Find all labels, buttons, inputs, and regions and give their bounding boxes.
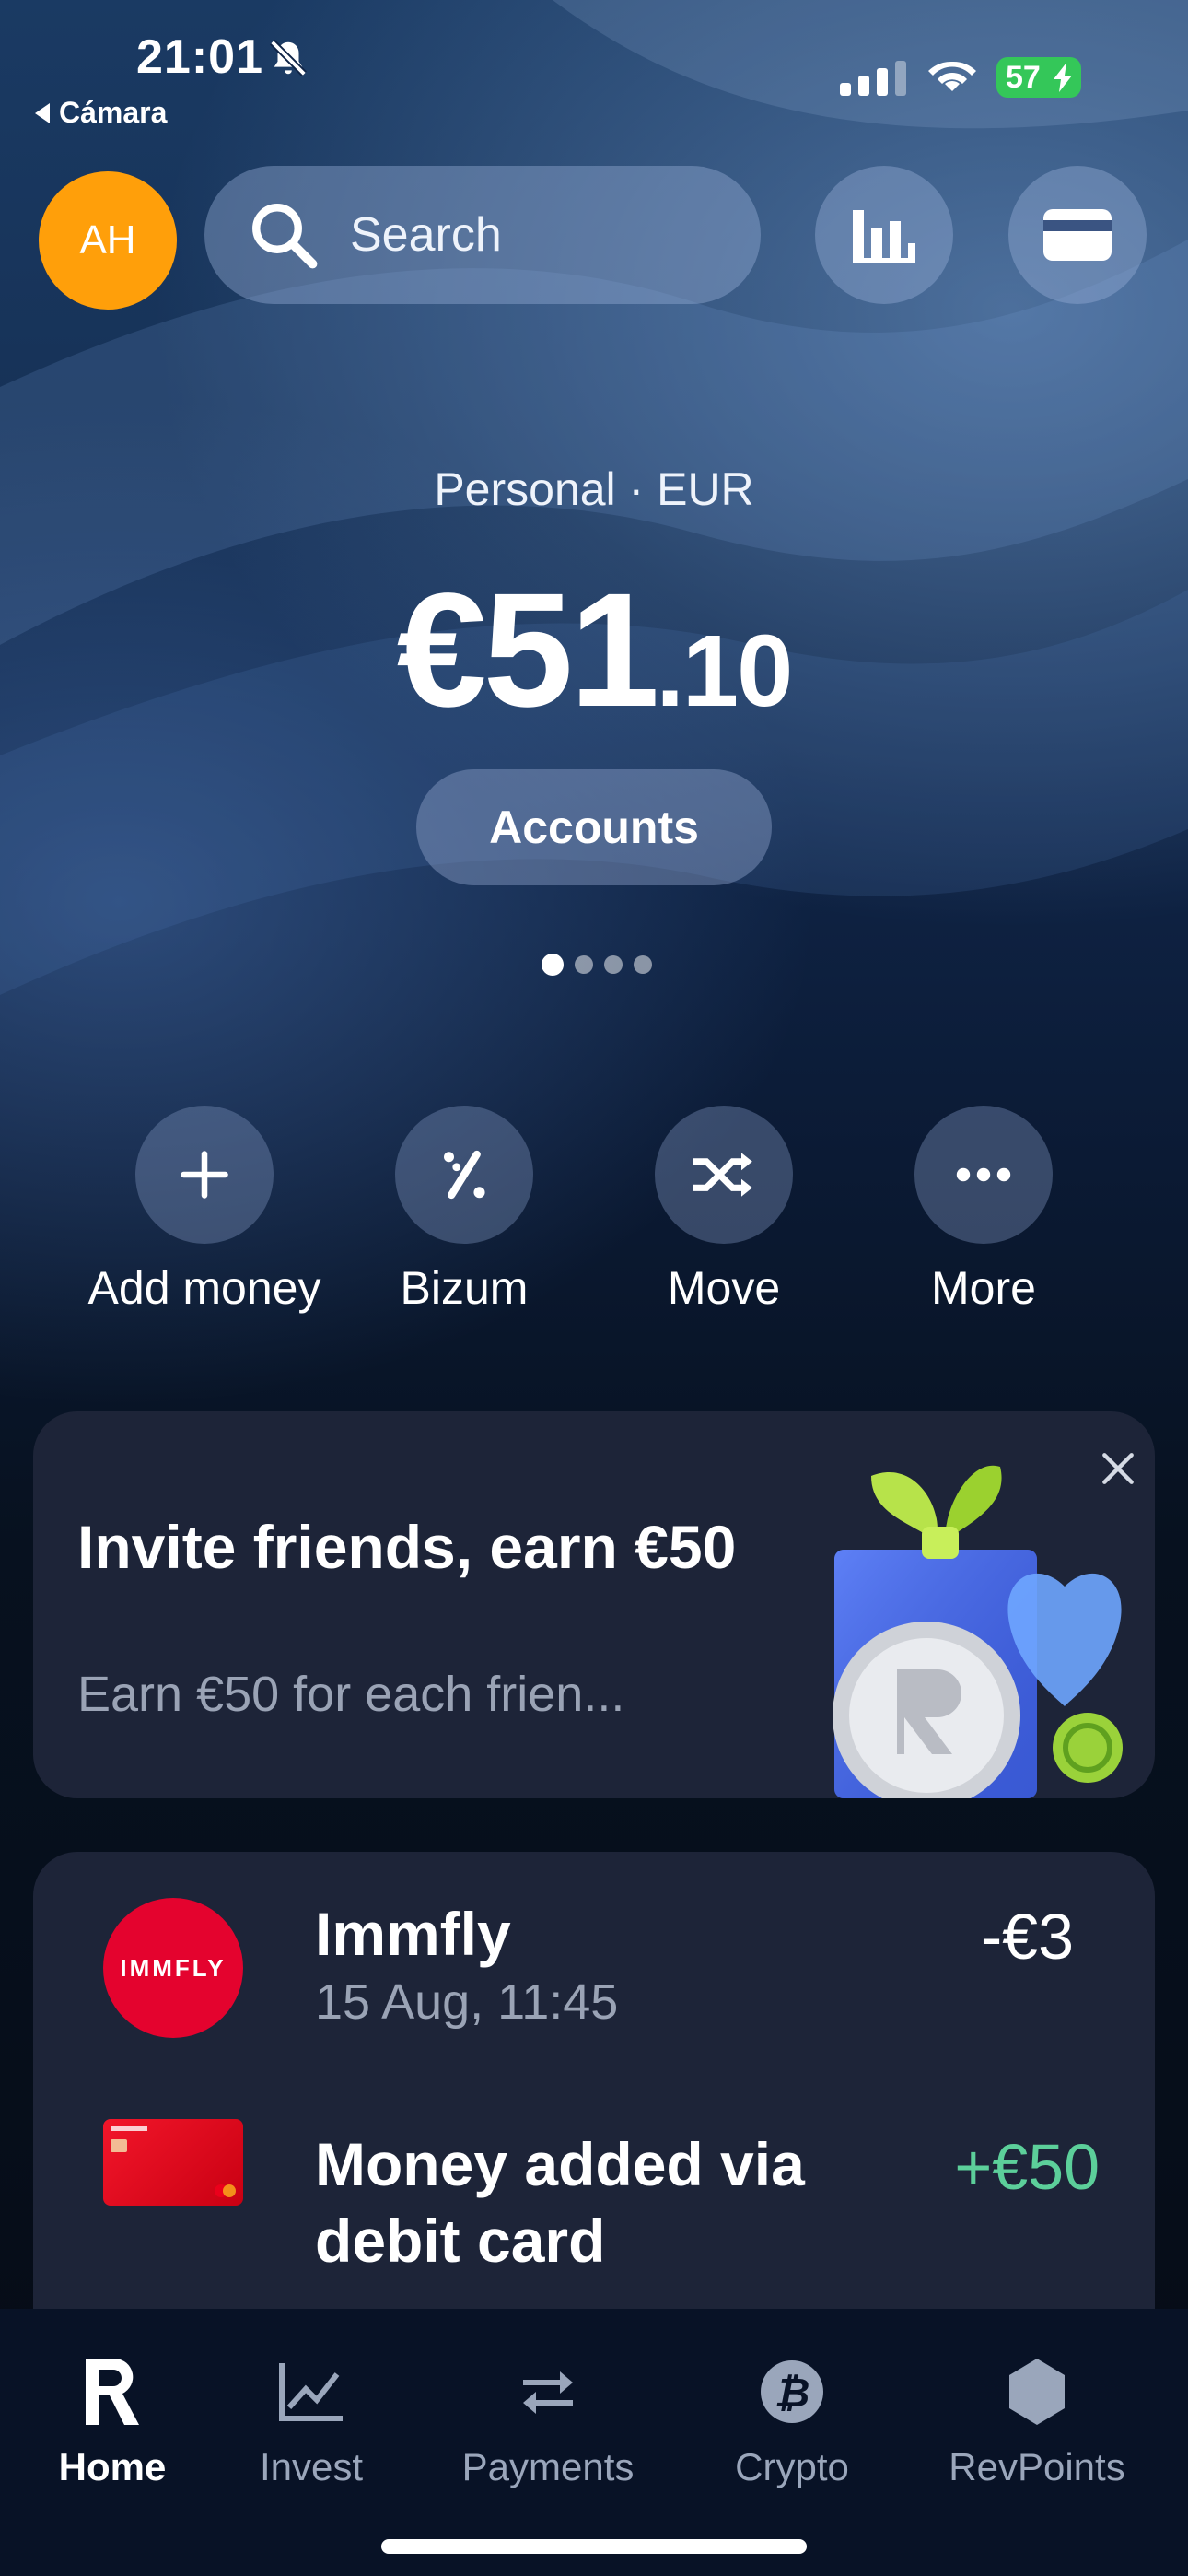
line-chart-icon <box>279 2363 343 2421</box>
tab-home-label: Home <box>58 2445 167 2488</box>
profile-avatar-button[interactable]: AH <box>39 171 177 310</box>
add-money-circle[interactable] <box>135 1106 274 1244</box>
bizum-icon <box>444 1150 485 1200</box>
more-button[interactable]: More <box>873 1106 1094 1318</box>
tab-crypto[interactable]: ₿ Crypto <box>691 2346 893 2489</box>
page-indicator[interactable] <box>542 954 652 976</box>
close-icon[interactable] <box>1098 1448 1138 1489</box>
move-circle[interactable] <box>655 1106 793 1244</box>
transaction-merchant: Immfly <box>315 1900 511 1968</box>
invite-friends-card[interactable]: Invite friends, earn €50 Earn €50 for ea… <box>33 1411 1155 1798</box>
bizum-label: Bizum <box>400 1262 529 1314</box>
search-bar[interactable]: Search <box>204 166 761 304</box>
hexagon-icon <box>1009 2359 1065 2425</box>
gift-illustration-icon <box>833 1465 1123 1798</box>
tab-revpoints[interactable]: RevPoints <box>936 2346 1138 2489</box>
tab-payments-label: Payments <box>461 2445 635 2488</box>
wifi-icon <box>925 53 980 100</box>
bar-chart-icon <box>853 210 915 263</box>
santander-card-logo <box>103 2119 243 2206</box>
shuffle-icon <box>693 1153 752 1197</box>
svg-text:₿: ₿ <box>775 2370 810 2417</box>
transaction-row[interactable]: IMMFLY Immfly 15 Aug, 11:45 -€3 <box>33 1852 1155 2082</box>
status-time: 21:01 <box>136 30 263 84</box>
balance-cents: .10 <box>656 615 793 728</box>
add-money-button[interactable]: Add money <box>88 1106 320 1318</box>
balance-amount: €51.10 <box>0 557 1188 744</box>
avatar-initials: AH <box>79 217 136 263</box>
plus-icon <box>181 1151 228 1199</box>
bell-muted-icon <box>267 37 309 84</box>
search-placeholder: Search <box>350 208 502 262</box>
cards-button[interactable] <box>1008 166 1147 304</box>
balance-main: €51 <box>396 560 660 741</box>
accounts-button-label: Accounts <box>489 802 699 853</box>
transaction-date: 15 Aug, 11:45 <box>315 1974 619 2030</box>
back-to-app-link[interactable]: Cámara <box>35 96 167 130</box>
move-label: Move <box>667 1262 781 1314</box>
immfly-logo: IMMFLY <box>103 1898 243 2038</box>
home-indicator[interactable] <box>381 2539 807 2554</box>
bitcoin-icon: ₿ <box>761 2360 823 2423</box>
account-label: Personal · EUR <box>434 463 754 515</box>
tab-revpoints-label: RevPoints <box>949 2445 1125 2488</box>
cellular-signal-icon <box>840 61 906 96</box>
add-money-label: Add money <box>87 1262 321 1314</box>
tab-payments[interactable]: Payments <box>447 2346 649 2489</box>
battery-indicator: 57 <box>996 57 1081 98</box>
bizum-circle[interactable] <box>395 1106 533 1244</box>
transaction-amount: -€3 <box>980 1901 1074 1973</box>
invite-title: Invite friends, earn €50 <box>77 1513 737 1581</box>
back-triangle-icon <box>35 102 50 123</box>
tab-invest-label: Invest <box>259 2445 364 2488</box>
card-icon <box>1043 209 1112 261</box>
charging-bolt-icon <box>1054 63 1072 92</box>
ellipsis-icon <box>956 1167 1011 1182</box>
tab-home[interactable]: Home <box>11 2346 214 2489</box>
invite-subtitle: Earn €50 for each frien... <box>77 1667 625 1722</box>
battery-level: 57 <box>1006 59 1041 95</box>
more-circle[interactable] <box>914 1106 1053 1244</box>
tab-invest[interactable]: Invest <box>210 2346 413 2489</box>
more-label: More <box>931 1262 1036 1314</box>
move-button[interactable]: Move <box>613 1106 834 1318</box>
page-dot[interactable] <box>542 954 564 976</box>
page-dot[interactable] <box>634 955 652 974</box>
immfly-logo-text: IMMFLY <box>120 1953 227 1982</box>
bizum-button[interactable]: Bizum <box>354 1106 575 1318</box>
analytics-button[interactable] <box>815 166 953 304</box>
search-icon <box>252 204 318 269</box>
transaction-merchant: Money added via debit card <box>315 2130 805 2276</box>
tab-crypto-label: Crypto <box>735 2445 849 2488</box>
bottom-tab-bar: Home Invest Payments ₿ Crypto RevPoints <box>0 2309 1188 2576</box>
page-dot[interactable] <box>575 955 593 974</box>
page-dot[interactable] <box>604 955 623 974</box>
back-app-label: Cámara <box>59 96 168 129</box>
accounts-button[interactable]: Accounts <box>416 769 772 885</box>
transaction-amount: +€50 <box>954 2131 1100 2203</box>
transactions-card: IMMFLY Immfly 15 Aug, 11:45 -€3 Money ad… <box>33 1852 1155 2349</box>
revolut-r-icon <box>86 2359 139 2425</box>
transfer-arrows-icon <box>523 2371 573 2414</box>
